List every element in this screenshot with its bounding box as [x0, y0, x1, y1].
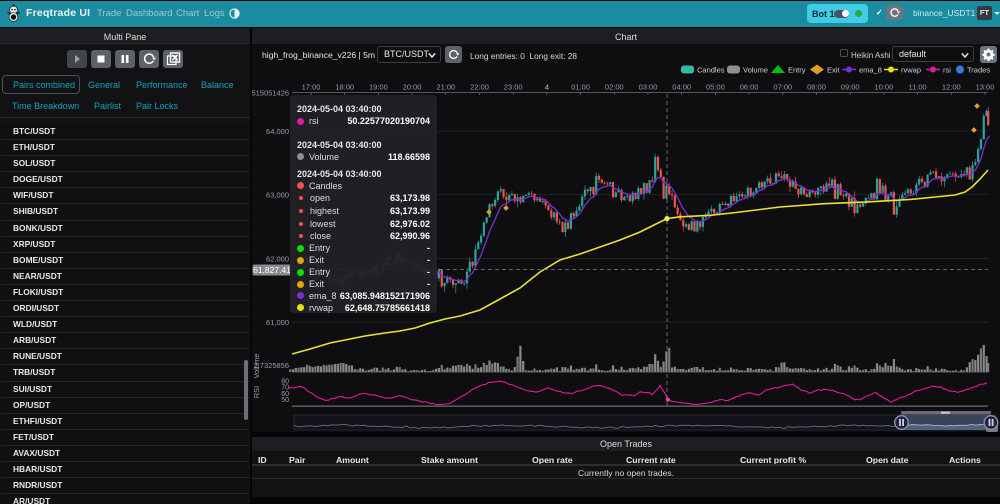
svg-text:Trades: Trades [967, 66, 990, 75]
svg-text:18:00: 18:00 [335, 83, 354, 92]
svg-text:17:00: 17:00 [302, 83, 321, 92]
svg-text:10:00: 10:00 [875, 83, 894, 92]
svg-text:23:00: 23:00 [504, 83, 523, 92]
svg-text:11:00: 11:00 [908, 83, 926, 92]
svg-text:ema_8: ema_8 [859, 66, 882, 75]
svg-text:21:00: 21:00 [436, 83, 455, 92]
svg-text:Candles: Candles [697, 66, 725, 75]
svg-text:04:00: 04:00 [672, 83, 691, 92]
svg-text:09:00: 09:00 [841, 83, 860, 92]
svg-text:07:00: 07:00 [773, 83, 792, 92]
svg-text:Volume: Volume [252, 353, 261, 378]
svg-text:03:00: 03:00 [639, 83, 658, 92]
svg-text:19:00: 19:00 [369, 83, 388, 92]
svg-text:rsi: rsi [943, 66, 951, 75]
svg-text:rvwap: rvwap [901, 66, 921, 75]
svg-text:Volume: Volume [743, 66, 768, 75]
svg-text:64,000: 64,000 [266, 127, 289, 136]
svg-text:61,000: 61,000 [266, 318, 289, 327]
svg-text:13:00: 13:00 [976, 83, 995, 92]
svg-text:01:00: 01:00 [571, 83, 590, 92]
svg-text:62,000: 62,000 [266, 254, 289, 263]
svg-text:05:00: 05:00 [706, 83, 725, 92]
svg-text:Exit: Exit [827, 66, 840, 75]
svg-text:50: 50 [281, 397, 289, 404]
svg-text:12:00: 12:00 [942, 83, 961, 92]
svg-text:RSI: RSI [252, 386, 261, 399]
svg-text:20:00: 20:00 [403, 83, 422, 92]
svg-text:Entry: Entry [788, 66, 806, 75]
svg-text:06:00: 06:00 [740, 83, 759, 92]
svg-text:08:00: 08:00 [807, 83, 826, 92]
svg-text:4: 4 [545, 83, 549, 92]
svg-text:63,000: 63,000 [266, 191, 289, 200]
svg-text:22:00: 22:00 [470, 83, 489, 92]
svg-text:61,827.41: 61,827.41 [253, 265, 291, 275]
svg-text:515051426: 515051426 [252, 89, 289, 98]
svg-text:02:00: 02:00 [605, 83, 624, 92]
